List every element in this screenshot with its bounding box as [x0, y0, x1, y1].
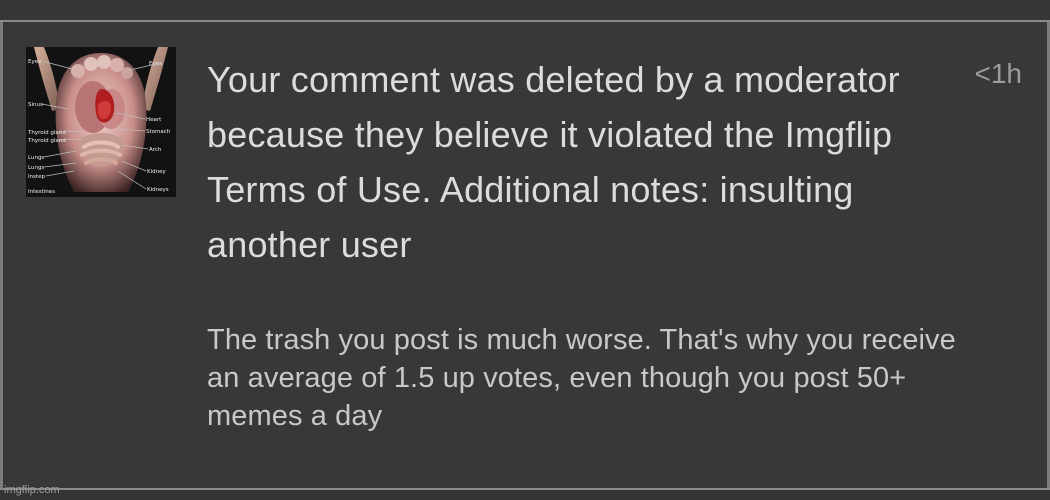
- bottom-bar: [0, 490, 1050, 500]
- card-left-border: [0, 22, 3, 488]
- avatar[interactable]: Eyes Sinus Thyroid gland Thyroid gland L…: [26, 47, 176, 197]
- avatar-label-left-3: Thyroid gland: [27, 130, 66, 136]
- deleted-comment-preview: The trash you post is much worse. That's…: [207, 324, 956, 432]
- notification-timestamp: <1h: [974, 58, 1023, 89]
- avatar-label-right-6: Kidneys: [147, 187, 169, 193]
- notification-message: Your comment was deleted by a moderator …: [207, 59, 900, 265]
- avatar-image: Eyes Sinus Thyroid gland Thyroid gland L…: [26, 47, 176, 197]
- avatar-label-left-2: Sinus: [28, 102, 43, 108]
- avatar-label-left-7: Instep: [28, 174, 46, 180]
- avatar-label-left-5: Lungs: [28, 155, 44, 161]
- avatar-label-right-3: Stomach: [146, 129, 171, 135]
- avatar-label-left-4: Thyroid gland: [27, 138, 66, 144]
- avatar-label-right-5: Kidney: [147, 169, 166, 175]
- avatar-label-left-8: Intestines: [28, 189, 55, 195]
- top-bar: [0, 0, 1050, 20]
- avatar-label-right-4: Arch: [149, 147, 162, 153]
- avatar-label-left-6: Lungs: [28, 165, 44, 171]
- imgflip-watermark: imgflip.com: [4, 484, 60, 496]
- avatar-label-left-1: Eyes: [28, 59, 41, 65]
- avatar-label-right-2: Heart: [146, 117, 162, 123]
